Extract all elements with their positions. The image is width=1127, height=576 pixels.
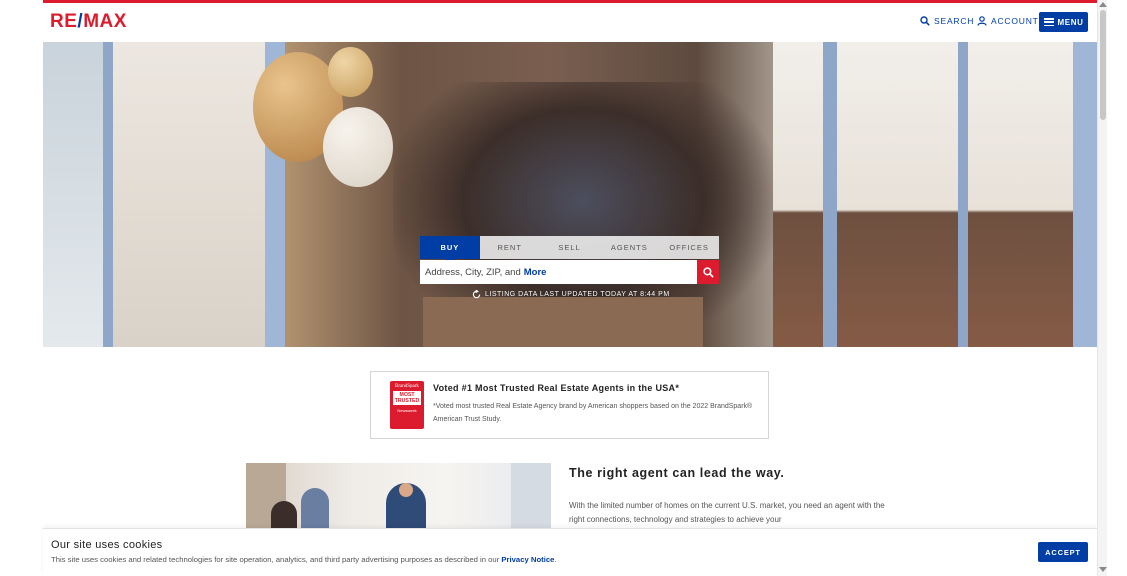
trust-title: Voted #1 Most Trusted Real Estate Agents… (433, 383, 680, 393)
hero-image (43, 42, 1097, 347)
hero-balloon (328, 47, 373, 97)
search-placeholder: Address, City, ZIP, and (425, 266, 521, 278)
trust-card: BrandSpark MOST TRUSTED Newsweek Voted #1… (370, 371, 769, 439)
hero-door-frame (823, 42, 837, 347)
listing-updated-notice: LISTING DATA LAST UPDATED TODAY AT 8:44 … (472, 290, 670, 299)
location-search-input[interactable]: Address, City, ZIP, and More (420, 260, 697, 284)
account-link-label: ACCOUNT (991, 16, 1039, 26)
logo-text-left: RE (50, 11, 78, 32)
cookie-title: Our site uses cookies (51, 539, 163, 551)
agent-section-body: With the limited number of homes on the … (569, 501, 885, 524)
header-search-link[interactable]: SEARCH (920, 16, 974, 26)
user-icon (977, 16, 987, 26)
cookie-banner: Our site uses cookies This site uses coo… (43, 528, 1097, 576)
site-header: RE/MAX SEARCH ACCOUNT MENU (43, 3, 1097, 42)
badge-footer: Newsweek (397, 408, 417, 413)
menu-button[interactable]: MENU (1039, 12, 1088, 32)
search-placeholder-more: More (523, 266, 547, 278)
trust-body: *Voted most trusted Real Estate Agency b… (433, 403, 753, 423)
hero-kitchen (773, 42, 1097, 347)
agent-photo (246, 463, 551, 533)
scrollbar-thumb[interactable] (1100, 10, 1106, 120)
tab-offices[interactable]: OFFICES (659, 236, 719, 259)
accept-cookies-button[interactable]: ACCEPT (1038, 542, 1088, 562)
hero-window-left (43, 42, 103, 347)
tab-agents[interactable]: AGENTS (599, 236, 660, 259)
hero-balloon (323, 107, 393, 187)
agent-section-title: The right agent can lead the way. (569, 466, 785, 480)
tab-buy[interactable]: BUY (420, 236, 480, 264)
logo-text-right: MAX (83, 11, 127, 32)
page-scrollbar[interactable] (1097, 0, 1107, 576)
hero-door-frame (103, 42, 113, 347)
listing-updated-text: LISTING DATA LAST UPDATED TODAY AT 8:44 … (485, 291, 670, 298)
scroll-down-icon[interactable] (1099, 567, 1107, 572)
badge-text: MOST TRUSTED (393, 391, 421, 405)
tab-sell[interactable]: SELL (539, 236, 600, 259)
header-account-link[interactable]: ACCOUNT (977, 16, 1039, 26)
badge-brand: BrandSpark (395, 384, 419, 389)
hero-table (423, 297, 703, 347)
hero-door-frame (1073, 42, 1097, 347)
search-tabs: BUY RENT SELL AGENTS OFFICES (420, 236, 719, 264)
search-link-label: SEARCH (934, 16, 975, 26)
scroll-up-icon[interactable] (1099, 2, 1107, 7)
menu-button-label: MENU (1057, 17, 1084, 27)
most-trusted-badge: BrandSpark MOST TRUSTED Newsweek (390, 381, 424, 429)
remax-logo[interactable]: RE/MAX (50, 11, 127, 33)
privacy-notice-link[interactable]: Privacy Notice (501, 555, 554, 564)
refresh-icon (472, 290, 481, 299)
tab-rent[interactable]: RENT (479, 236, 540, 259)
hamburger-icon (1043, 18, 1054, 26)
hero-door-frame (958, 42, 968, 347)
hero-wall (113, 42, 273, 347)
search-icon (920, 16, 930, 26)
page: RE/MAX SEARCH ACCOUNT MENU BUY RENT SELL… (0, 0, 1127, 576)
search-icon (702, 266, 714, 278)
cookie-text: This site uses cookies and related techn… (51, 555, 557, 564)
search-submit-button[interactable] (697, 260, 719, 284)
